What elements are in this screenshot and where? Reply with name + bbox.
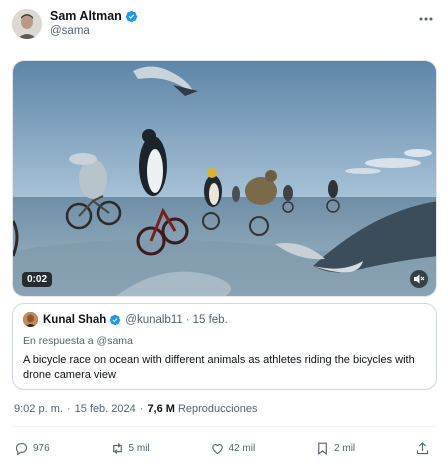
repost-button[interactable]: 5 mil	[110, 441, 150, 456]
like-count: 42 mil	[228, 442, 256, 454]
tweet-time[interactable]: 9:02 p. m.	[14, 403, 63, 415]
tweet-header: Sam Altman @sama	[12, 9, 138, 39]
tweet-date[interactable]: 15 feb. 2024	[75, 403, 136, 415]
repost-count: 5 mil	[128, 442, 150, 454]
heart-icon	[211, 443, 223, 454]
like-button[interactable]: 42 mil	[210, 441, 256, 456]
quoted-tweet[interactable]: Kunal Shah @kunalb11 · 15 feb. En respue…	[12, 303, 437, 390]
quoted-author-name: Kunal Shah	[43, 313, 107, 326]
verified-badge-icon	[110, 314, 121, 325]
author-name[interactable]: Sam Altman	[50, 9, 122, 24]
avatar[interactable]	[12, 9, 42, 39]
separator-dot: ·	[185, 313, 190, 326]
video-duration: 0:02	[22, 272, 53, 287]
bookmark-button[interactable]: 2 mil	[315, 441, 355, 456]
quoted-text: A bicycle race on ocean with different a…	[23, 354, 415, 381]
quoted-avatar	[23, 312, 38, 327]
separator-dot: ·	[139, 403, 144, 415]
views-label: Reproducciones	[177, 403, 258, 415]
video-player[interactable]: 0:02	[12, 60, 437, 297]
repost-icon	[112, 442, 122, 454]
author-handle[interactable]: @sama	[50, 24, 138, 39]
tweet-meta: 9:02 p. m. · 15 feb. 2024 · 7,6 M Reprod…	[14, 403, 257, 415]
share-icon	[416, 441, 429, 454]
separator-dot: ·	[66, 403, 71, 415]
bookmark-count: 2 mil	[334, 442, 356, 454]
reply-count: 976	[33, 442, 50, 454]
divider	[12, 426, 436, 427]
views-count: 7,6 M	[147, 403, 175, 415]
share-button[interactable]	[415, 441, 434, 456]
speaker-muted-icon	[414, 274, 425, 284]
more-options-icon[interactable]	[418, 12, 434, 26]
action-bar: 976 5 mil 42 mil 2 mil	[14, 438, 434, 458]
reply-button[interactable]: 976	[14, 441, 50, 456]
quoted-date: 15 feb.	[192, 313, 228, 326]
bookmark-icon	[318, 442, 327, 455]
mute-button[interactable]	[410, 270, 428, 288]
reply-context: En respuesta a @sama	[23, 335, 133, 347]
video-frame	[13, 61, 436, 296]
reply-icon	[15, 442, 28, 456]
quoted-author-handle: @kunalb11	[125, 313, 183, 326]
verified-badge-icon	[125, 10, 137, 23]
